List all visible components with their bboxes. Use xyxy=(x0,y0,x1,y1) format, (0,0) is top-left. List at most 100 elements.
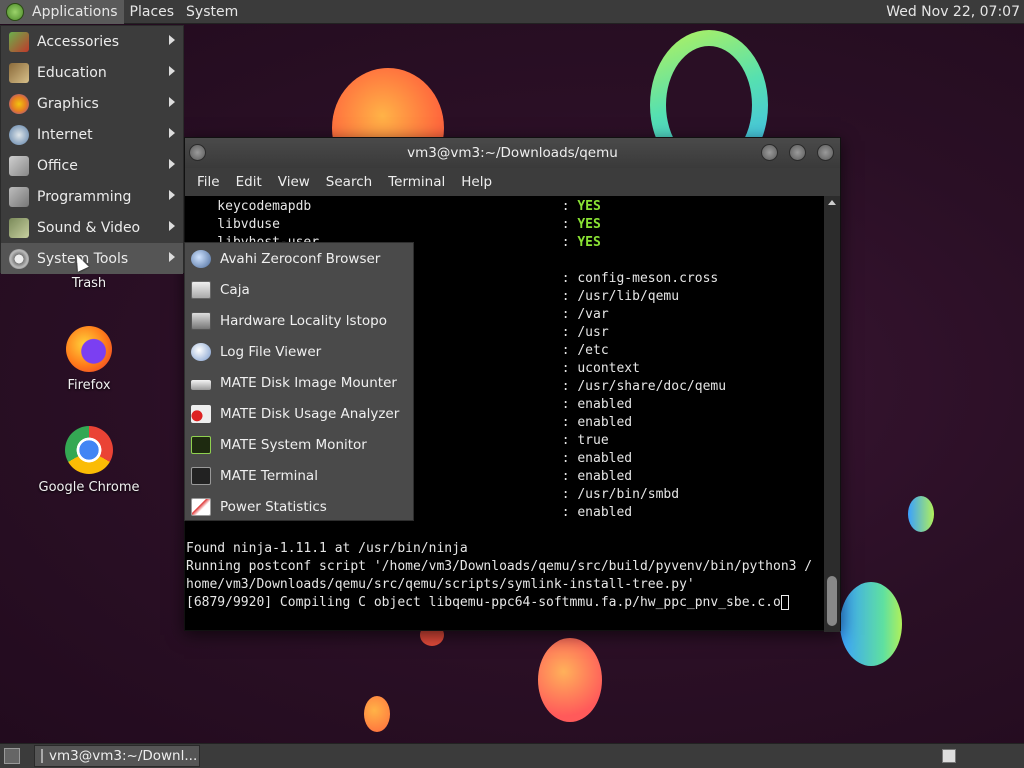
app-menu-item-label: Programming xyxy=(37,188,132,205)
minimize-icon[interactable] xyxy=(761,144,778,161)
submenu-arrow-icon xyxy=(169,66,175,76)
hardware-icon xyxy=(191,311,211,330)
submenu-arrow-icon xyxy=(169,35,175,45)
submenu-item-avahi-zeroconf-browser[interactable]: Avahi Zeroconf Browser xyxy=(185,243,413,274)
terminal-icon xyxy=(191,466,211,485)
menu-file[interactable]: File xyxy=(189,174,228,190)
terminal-value: /usr/lib/qemu xyxy=(577,289,680,304)
app-menu-item-label: Accessories xyxy=(37,33,120,50)
submenu-item-mate-system-monitor[interactable]: MATE System Monitor xyxy=(185,429,413,460)
scroll-up-arrow-icon[interactable] xyxy=(828,200,836,205)
submenu-item-power-statistics[interactable]: Power Statistics xyxy=(185,491,413,522)
terminal-value: /usr/bin/smbd xyxy=(577,487,680,502)
terminal-text: Running postconf script '/home/vm3/Downl… xyxy=(186,559,813,574)
submenu-item-label: Avahi Zeroconf Browser xyxy=(220,250,381,267)
terminal-menubar: File Edit View Search Terminal Help xyxy=(185,168,840,196)
terminal-scrollbar[interactable] xyxy=(824,196,840,632)
window-menu-icon[interactable] xyxy=(189,144,206,161)
submenu-item-hardware-locality-lstopo[interactable]: Hardware Locality lstopo xyxy=(185,305,413,336)
education-icon xyxy=(9,62,29,83)
system-menu-button[interactable]: System xyxy=(180,0,244,24)
maximize-icon[interactable] xyxy=(789,144,806,161)
submenu-arrow-icon xyxy=(169,221,175,231)
terminal-line: keycodemapdb : YES xyxy=(186,199,601,214)
sound-video-icon xyxy=(9,217,29,238)
disk-usage-icon xyxy=(191,404,211,423)
applications-label: Applications xyxy=(32,3,118,20)
menu-terminal[interactable]: Terminal xyxy=(380,174,453,190)
app-menu-item-internet[interactable]: Internet xyxy=(1,119,183,150)
submenu-arrow-icon xyxy=(169,190,175,200)
app-menu-item-graphics[interactable]: Graphics xyxy=(1,88,183,119)
desktop-icon-chrome[interactable]: Google Chrome xyxy=(28,426,150,495)
terminal-text: Found ninja-1.11.1 at /usr/bin/ninja xyxy=(186,541,468,556)
file-manager-icon xyxy=(191,280,211,299)
terminal-line: home/vm3/Downloads/qemu/src/qemu/scripts… xyxy=(186,576,824,594)
show-desktop-icon[interactable] xyxy=(4,748,20,764)
terminal-value: enabled xyxy=(577,469,633,484)
app-menu-item-label: Sound & Video xyxy=(37,219,141,236)
terminal-text: [6879/9920] Compiling C object libqemu-p… xyxy=(186,595,781,610)
applications-menu: Accessories Education Graphics Internet Offi… xyxy=(0,25,184,274)
taskbar-terminal-button[interactable]: vm3@vm3:~/Downl... xyxy=(34,745,200,767)
app-menu-item-programming[interactable]: Programming xyxy=(1,181,183,212)
submenu-item-mate-disk-usage-analyzer[interactable]: MATE Disk Usage Analyzer xyxy=(185,398,413,429)
terminal-value: enabled xyxy=(577,415,633,430)
submenu-item-label: MATE Disk Image Mounter xyxy=(220,374,397,391)
submenu-item-mate-terminal[interactable]: MATE Terminal xyxy=(185,460,413,491)
submenu-arrow-icon xyxy=(169,97,175,107)
terminal-line: [6879/9920] Compiling C object libqemu-p… xyxy=(186,594,824,612)
applications-menu-button[interactable]: Applications xyxy=(0,0,124,24)
app-menu-item-office[interactable]: Office xyxy=(1,150,183,181)
app-menu-item-accessories[interactable]: Accessories xyxy=(1,26,183,57)
terminal-value: /etc xyxy=(577,343,609,358)
terminal-line: libvduse : YES xyxy=(186,217,601,232)
disk-mounter-icon xyxy=(191,379,211,390)
submenu-item-log-file-viewer[interactable]: Log File Viewer xyxy=(185,336,413,367)
office-icon xyxy=(9,155,29,176)
places-menu-button[interactable]: Places xyxy=(124,0,181,24)
terminal-value: /usr xyxy=(577,325,609,340)
app-menu-item-label: Office xyxy=(37,157,78,174)
wallpaper-blue-bubble xyxy=(908,496,934,532)
terminal-value: ucontext xyxy=(577,361,640,376)
terminal-value: config-meson.cross xyxy=(577,271,719,286)
log-viewer-icon xyxy=(191,342,211,361)
submenu-item-mate-disk-image-mounter[interactable]: MATE Disk Image Mounter xyxy=(185,367,413,398)
system-tools-submenu: Avahi Zeroconf Browser Caja Hardware Local… xyxy=(184,242,414,521)
terminal-titlebar[interactable]: vm3@vm3:~/Downloads/qemu xyxy=(185,138,840,168)
app-menu-item-label: Graphics xyxy=(37,95,99,112)
terminal-value: YES xyxy=(577,235,601,250)
text-cursor xyxy=(780,595,789,610)
clock[interactable]: Wed Nov 22, 07:07 xyxy=(880,0,1024,24)
terminal-value: /usr/share/doc/qemu xyxy=(577,379,727,394)
desktop-icon-firefox[interactable]: Firefox xyxy=(40,326,138,393)
menu-view[interactable]: View xyxy=(270,174,318,190)
app-menu-item-sound-video[interactable]: Sound & Video xyxy=(1,212,183,243)
mate-logo-icon xyxy=(6,2,24,21)
workspace-switcher[interactable] xyxy=(942,749,956,763)
scrollbar-thumb[interactable] xyxy=(827,576,837,626)
terminal-value: enabled xyxy=(577,397,633,412)
avahi-icon xyxy=(191,249,211,268)
submenu-arrow-icon xyxy=(169,252,175,262)
desktop-icon-trash[interactable]: Trash xyxy=(60,276,118,291)
terminal-title: vm3@vm3:~/Downloads/qemu xyxy=(407,145,618,161)
terminal-value: YES xyxy=(577,199,601,214)
app-menu-item-education[interactable]: Education xyxy=(1,57,183,88)
submenu-item-label: Hardware Locality lstopo xyxy=(220,312,387,329)
terminal-key: keycodemapdb xyxy=(186,199,562,214)
menu-help[interactable]: Help xyxy=(453,174,500,190)
submenu-item-label: Log File Viewer xyxy=(220,343,322,360)
chrome-label: Google Chrome xyxy=(38,480,140,495)
menu-edit[interactable]: Edit xyxy=(228,174,270,190)
menu-search[interactable]: Search xyxy=(318,174,380,190)
top-panel: Applications Places System Wed Nov 22, 0… xyxy=(0,0,1024,24)
terminal-value: true xyxy=(577,433,609,448)
close-icon[interactable] xyxy=(817,144,834,161)
app-menu-item-system-tools[interactable]: System Tools xyxy=(1,243,183,274)
submenu-item-caja[interactable]: Caja xyxy=(185,274,413,305)
terminal-value: enabled xyxy=(577,451,633,466)
graphics-icon xyxy=(9,93,29,114)
